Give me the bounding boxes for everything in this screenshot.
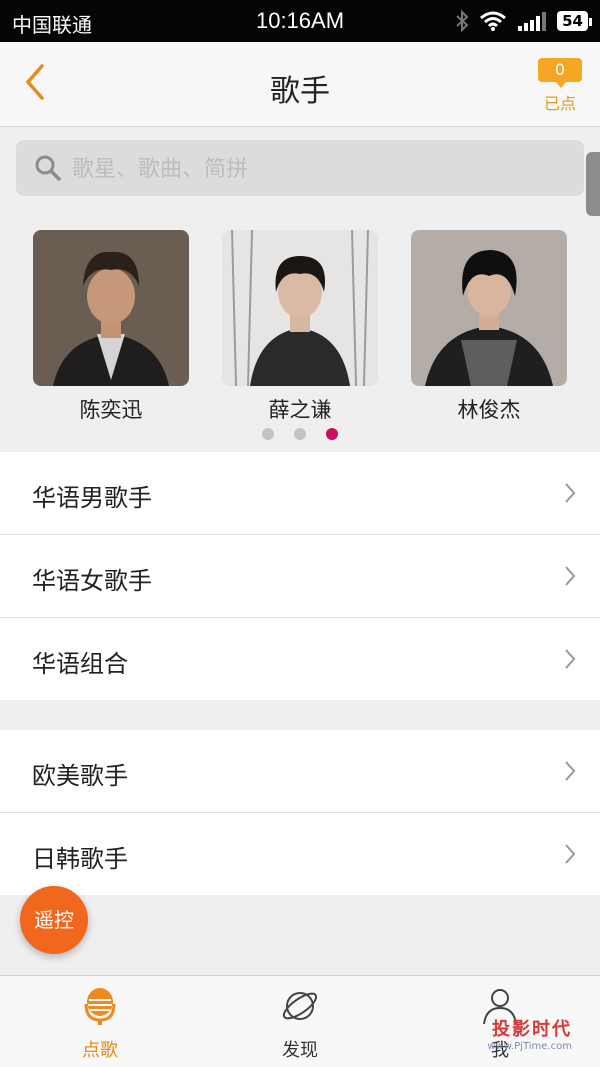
selected-count-badge: 0	[538, 58, 582, 88]
category-list-chinese: 华语男歌手 华语女歌手 华语组合	[0, 452, 600, 700]
category-label: 华语组合	[32, 650, 128, 678]
bluetooth-icon	[456, 10, 469, 32]
category-list-foreign: 欧美歌手 日韩歌手	[0, 730, 600, 895]
watermark: 投影时代 www.PjTime.com	[487, 1015, 572, 1052]
planet-icon	[282, 992, 318, 1020]
category-item[interactable]: 华语组合	[0, 618, 600, 700]
navigation-header: 歌手 0 已点	[0, 42, 600, 127]
artist-photo	[222, 230, 378, 386]
search-icon	[35, 155, 61, 181]
status-icons: 54	[455, 8, 592, 34]
selected-songs-label: 已点	[543, 94, 576, 113]
artist-name: 林俊杰	[457, 398, 521, 422]
category-label: 欧美歌手	[32, 762, 128, 790]
page-dot[interactable]	[294, 428, 306, 440]
category-item[interactable]: 华语女歌手	[0, 535, 600, 618]
remote-control-button[interactable]: 遥控	[20, 886, 88, 954]
category-label: 华语男歌手	[32, 484, 152, 512]
watermark-url: www.PjTime.com	[487, 1041, 572, 1052]
wifi-icon	[480, 11, 507, 31]
artist-photo	[411, 230, 567, 386]
artist-name: 陈奕迅	[79, 398, 143, 422]
artist-photo	[33, 230, 189, 386]
page-dot[interactable]	[262, 428, 274, 440]
tab-song-request[interactable]: 点歌	[40, 986, 160, 1062]
chevron-right-icon	[565, 761, 576, 781]
artist-card[interactable]: 林俊杰	[411, 230, 567, 424]
chevron-right-icon	[565, 649, 576, 669]
watermark-text: 投影时代	[492, 1019, 572, 1040]
page-title: 歌手	[270, 74, 330, 109]
side-drawer-handle[interactable]	[586, 152, 600, 216]
artist-card[interactable]: 陈奕迅	[33, 230, 189, 424]
tab-discover[interactable]: 发现	[240, 986, 360, 1062]
tab-label: 点歌	[82, 1040, 118, 1061]
artist-card[interactable]: 薛之谦	[222, 230, 378, 424]
tab-label: 发现	[282, 1040, 318, 1061]
page-dot-active[interactable]	[326, 428, 338, 440]
carousel-page-indicator	[0, 428, 600, 440]
category-label: 华语女歌手	[32, 567, 152, 595]
chevron-right-icon	[565, 566, 576, 586]
signal-icon	[518, 12, 547, 31]
artist-name: 薛之谦	[268, 398, 332, 422]
chevron-right-icon	[565, 844, 576, 864]
search-input[interactable]	[70, 140, 574, 198]
microphone-icon	[84, 988, 116, 1025]
category-item[interactable]: 日韩歌手	[0, 813, 600, 895]
chevron-right-icon	[565, 483, 576, 503]
selected-songs-button[interactable]: 0 已点	[538, 58, 582, 114]
category-item[interactable]: 欧美歌手	[0, 730, 600, 813]
search-bar	[16, 140, 584, 198]
category-label: 日韩歌手	[32, 845, 128, 873]
featured-artists-carousel[interactable]: 陈奕迅 薛之谦 林俊杰	[0, 230, 600, 450]
status-bar: 中国联通 10:16AM 54	[0, 0, 600, 42]
category-item[interactable]: 华语男歌手	[0, 452, 600, 535]
battery-level: 54	[557, 11, 592, 31]
